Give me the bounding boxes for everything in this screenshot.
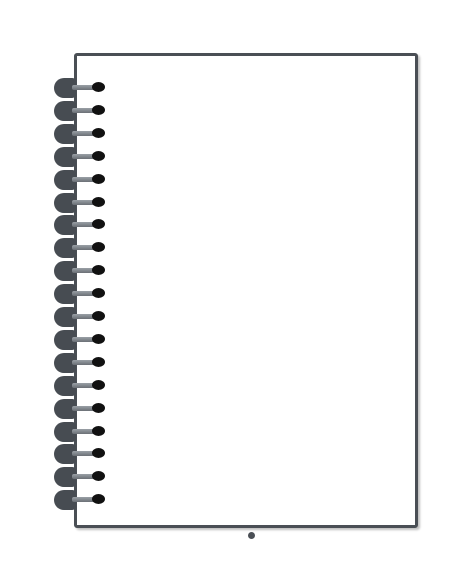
spiral-ring-icon bbox=[54, 352, 108, 373]
spiral-ring-icon bbox=[54, 329, 108, 350]
punch-hole-icon bbox=[92, 448, 105, 459]
punch-hole-icon bbox=[92, 196, 105, 207]
spiral-ring-icon bbox=[54, 421, 108, 442]
punch-hole-icon bbox=[92, 127, 105, 138]
punch-hole-icon bbox=[92, 82, 105, 92]
spiral-ring-icon bbox=[54, 78, 108, 98]
spiral-ring-icon bbox=[54, 375, 108, 396]
spiral-ring-icon bbox=[54, 169, 108, 190]
punch-hole-icon bbox=[92, 265, 105, 276]
punch-hole-icon bbox=[92, 104, 105, 115]
spiral-ring-icon bbox=[54, 215, 108, 236]
punch-hole-icon bbox=[92, 402, 105, 413]
notebook-illustration bbox=[0, 0, 472, 572]
punch-hole-icon bbox=[92, 425, 105, 436]
punch-hole-icon bbox=[92, 311, 105, 321]
spiral-ring-icon bbox=[54, 444, 108, 465]
punch-hole-icon bbox=[92, 379, 105, 390]
spiral-ring-icon bbox=[54, 123, 108, 144]
punch-hole-icon bbox=[92, 494, 105, 505]
spiral-ring-icon bbox=[54, 146, 108, 167]
spiral-ring-icon bbox=[54, 100, 108, 121]
punch-hole-icon bbox=[92, 219, 105, 230]
spiral-ring-icon bbox=[54, 490, 108, 511]
spiral-ring-icon bbox=[54, 307, 108, 327]
punch-hole-icon bbox=[92, 242, 105, 253]
spiral-ring-icon bbox=[54, 192, 108, 213]
spiral-ring-icon bbox=[54, 398, 108, 419]
spiral-ring-icon bbox=[54, 238, 108, 259]
notebook-page bbox=[74, 53, 418, 528]
punch-hole-icon bbox=[92, 288, 105, 299]
page-indicator-dot bbox=[248, 532, 255, 539]
punch-hole-icon bbox=[92, 333, 105, 344]
punch-hole-icon bbox=[92, 356, 105, 367]
spiral-ring-icon bbox=[54, 467, 108, 488]
punch-hole-icon bbox=[92, 471, 105, 482]
spiral-ring-icon bbox=[54, 261, 108, 282]
punch-hole-icon bbox=[92, 173, 105, 184]
spiral-ring-icon bbox=[54, 284, 108, 305]
punch-hole-icon bbox=[92, 150, 105, 161]
